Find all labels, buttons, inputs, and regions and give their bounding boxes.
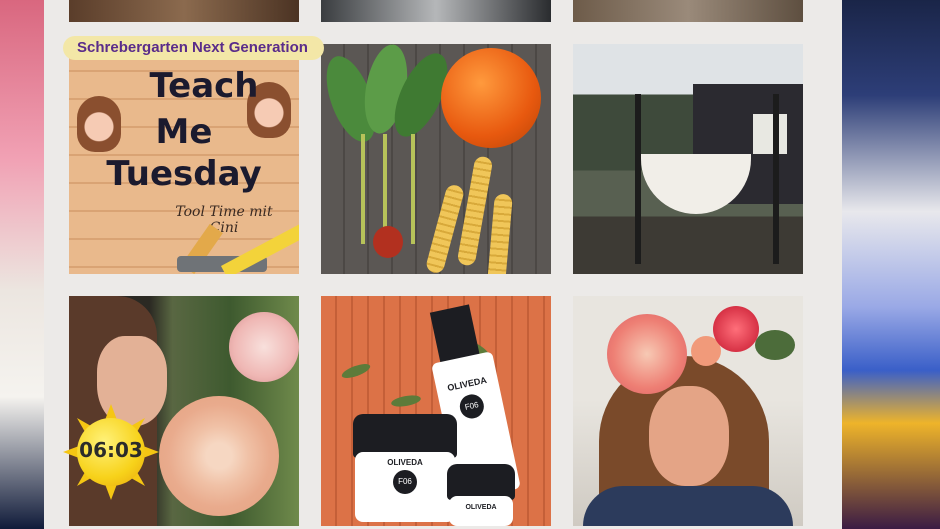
teach-subtitle: Tool Time mit Cini — [175, 204, 273, 236]
jar-brand-label: OLIVEDA — [465, 504, 497, 511]
jar-brand-label: OLIVEDA — [387, 458, 423, 467]
olive-leaf — [340, 361, 372, 381]
pumpkin — [441, 48, 541, 148]
grid-photo-flower-crown — [573, 296, 803, 526]
teach-title-line-2: Me — [155, 112, 213, 152]
bottle-brand-label: OLIVEDA — [446, 374, 488, 393]
grid-photo-top-left — [69, 0, 299, 22]
beetroot — [373, 226, 403, 258]
grid-photo-vegetables — [321, 44, 551, 274]
peach-dahlia — [159, 396, 279, 516]
teach-title-line-1: Teach — [149, 66, 259, 106]
crown-dahlia — [607, 314, 687, 394]
teach-title-line-3: Tuesday — [106, 154, 262, 194]
hammock — [641, 154, 751, 214]
grid-photo-top-middle — [321, 0, 551, 22]
crown-red-flower — [713, 306, 759, 352]
grid-photo-top-right — [573, 0, 803, 22]
right-blurred-background — [842, 0, 940, 529]
clock-time: 06:03 — [79, 438, 143, 462]
olive-leaf — [390, 393, 422, 409]
bottle-number-badge: F06 — [457, 392, 487, 421]
oliveda-jar: OLIVEDA — [449, 496, 513, 526]
chard-stem — [411, 134, 415, 244]
grid-photo-hammock-garden — [573, 44, 803, 274]
crown-leaves — [755, 330, 795, 360]
jacket — [583, 486, 793, 526]
pink-dahlia — [229, 312, 299, 382]
left-blurred-background — [0, 0, 44, 529]
grid-photo-teach-me-tuesday: Teach Me Tuesday Tool Time mit Cini — [69, 44, 299, 274]
corn-cob — [487, 193, 513, 274]
oliveda-jar: OLIVEDA F06 — [355, 452, 455, 522]
house-window — [753, 114, 787, 154]
grid-photo-oliveda-products: OLIVEDA F06 OLIVEDA F06 OLIVEDA — [321, 296, 551, 526]
woman-face — [649, 386, 729, 486]
chard-stem — [361, 134, 365, 244]
jar-lid — [447, 464, 515, 500]
corn-cob — [456, 155, 494, 267]
hammock-pole — [635, 94, 641, 264]
jar-number-badge: F06 — [393, 470, 417, 494]
hammock-pole — [773, 94, 779, 264]
caption-banner: Schrebergarten Next Generation — [63, 36, 324, 60]
sun-clock: 06:03 — [63, 404, 159, 500]
